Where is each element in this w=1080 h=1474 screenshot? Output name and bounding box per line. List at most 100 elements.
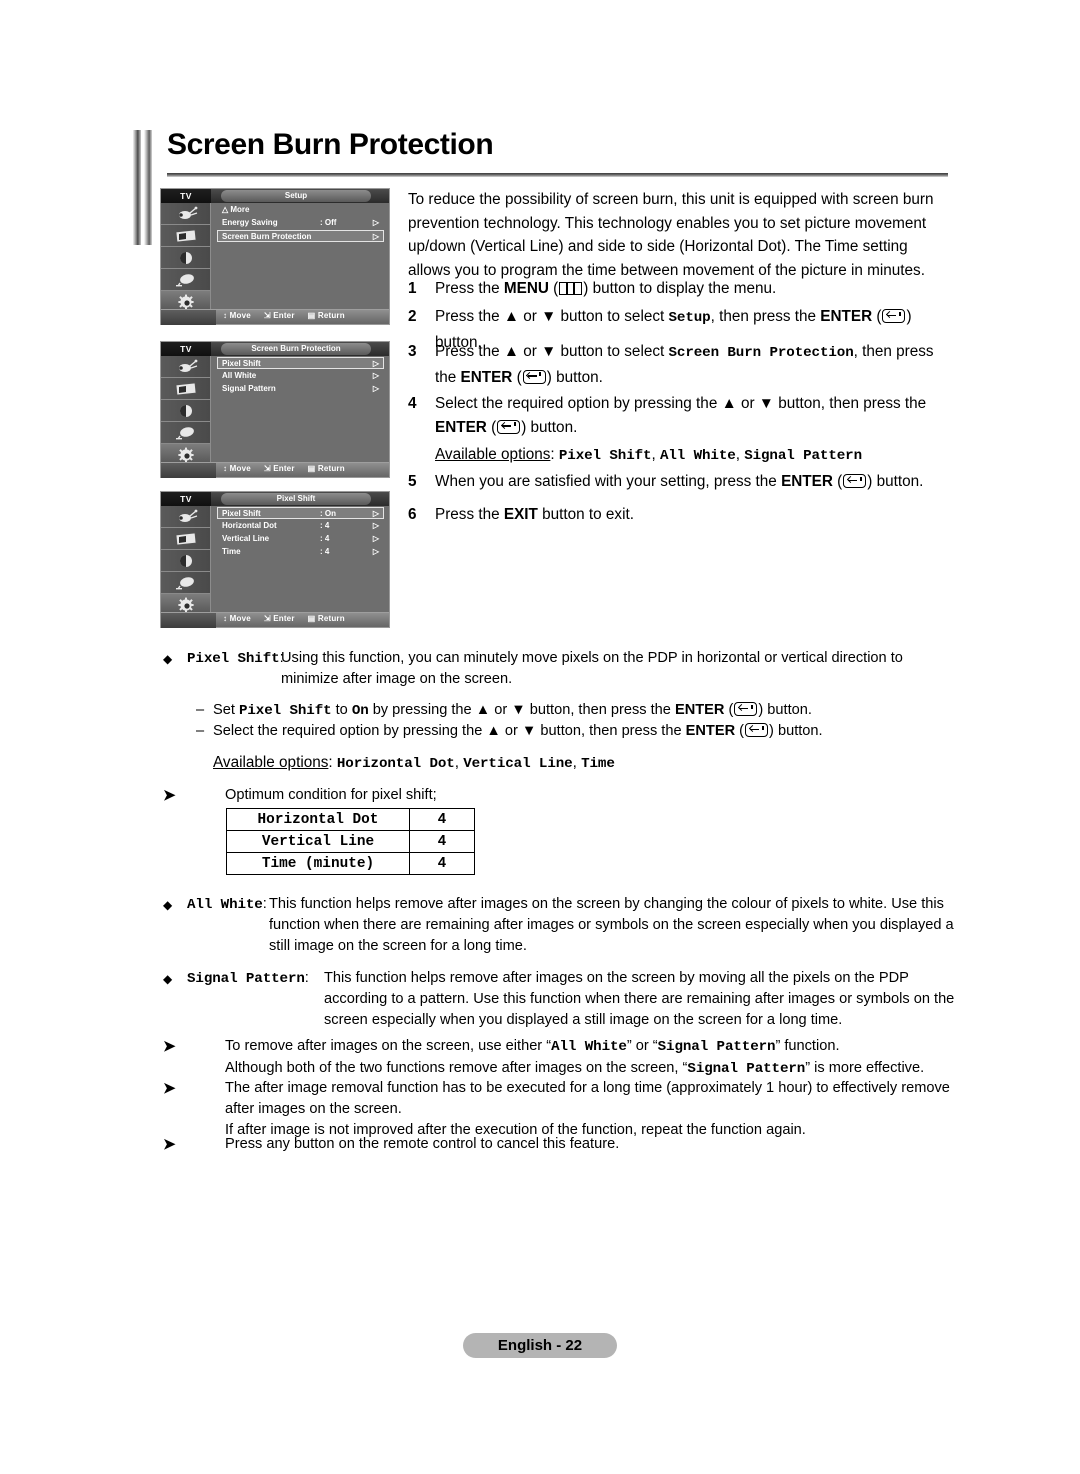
osd-sidebar-sound-icon[interactable]: [161, 400, 210, 422]
osd-footer-hints: ↕ Move ⇲ Enter ▤ Return: [161, 309, 389, 325]
osd-footer-corner: [161, 463, 216, 478]
arrow-bullet-icon: ➤: [163, 1136, 176, 1153]
osd-hint-move: ↕ Move: [223, 464, 251, 473]
emphasis-text: ENTER: [460, 368, 513, 386]
note-item-1: ➤ To remove after images on the screen, u…: [163, 1036, 958, 1080]
osd-hint-return: ▤ Return: [307, 464, 345, 473]
step-item-6: 6 Press the EXIT button to exit.: [408, 503, 956, 527]
arrow-bullet-icon: ➤: [163, 1080, 176, 1097]
table-row: Time (minute) 4: [226, 852, 475, 875]
osd-panel-2: TV Screen Burn Protection Pixel Shift ▷ All …: [160, 341, 390, 478]
optimum-condition-note: ➤ Optimum condition for pixel shift;: [163, 785, 958, 806]
osd-row-label: All White: [222, 371, 257, 380]
page-title: Screen Burn Protection: [167, 128, 494, 161]
osd-row-value: : Off: [320, 218, 337, 227]
diamond-bullet-icon: ◆: [163, 652, 173, 666]
osd-row-label: Time: [222, 547, 241, 556]
table-cell-key: Vertical Line: [226, 830, 410, 853]
step-number: 3: [408, 343, 417, 360]
note-item-2: ➤ The after image removal function has to…: [163, 1078, 958, 1141]
osd-sidebar-input-source-icon[interactable]: [161, 203, 210, 225]
option-term: Time: [581, 756, 615, 772]
osd-row-label: Vertical Line: [222, 534, 270, 543]
step-number: 2: [408, 308, 417, 325]
osd-footer-corner: [161, 310, 216, 325]
feature-term-text: Signal Pattern: [187, 971, 305, 987]
note-item-3: ➤ Press any button on the remote control …: [163, 1134, 958, 1155]
osd-row-chevron-icon: ▷: [372, 359, 379, 368]
osd-row[interactable]: Screen Burn Protection ▷: [217, 230, 384, 242]
note-text: The after image removal function has to …: [225, 1080, 950, 1138]
osd-titlebar: TV Screen Burn Protection: [161, 342, 389, 356]
osd-row-chevron-icon: ▷: [372, 384, 379, 393]
osd-sidebar: [161, 203, 211, 324]
osd-row[interactable]: All White ▷: [218, 370, 383, 382]
osd-row-chevron-icon: ▷: [372, 509, 379, 518]
mono-term: Screen Burn Protection: [668, 345, 854, 361]
enter-icon: [843, 474, 867, 488]
osd-hint-move: ↕ Move: [223, 614, 251, 623]
osd-row-value: : 4: [320, 521, 330, 530]
osd-row-chevron-icon: ▷: [372, 232, 379, 241]
osd-sidebar-picture-icon[interactable]: [161, 528, 210, 550]
step-item-1: 1 Press the MENU () button to display the…: [408, 277, 956, 301]
osd-hint-move: ↕ Move: [223, 311, 251, 320]
osd-sidebar-channel-icon[interactable]: [161, 422, 210, 444]
step-number: 5: [408, 473, 417, 490]
emphasis-text: ENTER: [435, 418, 487, 436]
feature-description: This function helps remove after images …: [269, 896, 954, 954]
osd-sidebar-sound-icon[interactable]: [161, 247, 210, 269]
available-options-label: Available options: [213, 754, 329, 771]
available-options-label: Available options: [435, 446, 551, 463]
feature-term: Signal Pattern:: [187, 968, 309, 990]
osd-row-chevron-icon: ▷: [372, 371, 379, 380]
feature-bullet-signal-pattern: ◆ Signal Pattern: This function helps remo…: [163, 968, 958, 1031]
diamond-bullet-icon: ◆: [163, 898, 173, 912]
osd-sidebar-input-source-icon[interactable]: [161, 506, 210, 528]
osd-sidebar-channel-icon[interactable]: [161, 269, 210, 291]
osd-footer-hints: ↕ Move ⇲ Enter ▤ Return: [161, 462, 389, 478]
osd-row-value: : On: [320, 509, 336, 518]
osd-titlebar: TV Pixel Shift: [161, 492, 389, 506]
osd-tv-label: TV: [161, 189, 211, 203]
available-options-1: Available options: Pixel Shift, All Whit…: [435, 446, 862, 464]
osd-row[interactable]: Pixel Shift ▷: [217, 357, 384, 369]
osd-sidebar-input-source-icon[interactable]: [161, 356, 210, 378]
feature-bullet-pixel-shift: ◆ Pixel Shift: Using this function, you ca…: [163, 648, 958, 690]
osd-sidebar-channel-icon[interactable]: [161, 572, 210, 594]
pixel-shift-substep-2: – Select the required option by pressing …: [196, 721, 956, 742]
note-text: To remove after images on the screen, us…: [225, 1038, 925, 1077]
title-bar-right: [144, 130, 152, 245]
step-text: Press the MENU () button to display the …: [435, 280, 777, 297]
enter-icon: [522, 369, 546, 384]
note-text: Press any button on the remote control t…: [225, 1136, 620, 1152]
osd-panel-1: TV Setup △ More Energy Saving: Off ▷ Screen B…: [160, 188, 390, 325]
osd-row-label: Pixel Shift: [222, 509, 261, 518]
osd-sidebar-picture-icon[interactable]: [161, 378, 210, 400]
osd-hint-enter: ⇲ Enter: [263, 311, 295, 320]
feature-term-colon: :: [279, 650, 284, 666]
osd-row[interactable]: Time: 4 ▷: [218, 546, 383, 558]
mono-term: Signal Pattern: [657, 1039, 776, 1055]
diamond-bullet-icon: ◆: [163, 972, 173, 986]
osd-row[interactable]: Vertical Line: 4 ▷: [218, 533, 383, 545]
osd-row[interactable]: △ More: [218, 204, 383, 216]
step-text: Press the ▲ or ▼ button to select Screen…: [435, 343, 934, 386]
step-item-4: 4 Select the required option by pressing …: [408, 392, 956, 439]
osd-row[interactable]: Horizontal Dot: 4 ▷: [218, 520, 383, 532]
emphasis-text: ENTER: [781, 473, 833, 490]
osd-row[interactable]: Energy Saving: Off ▷: [218, 217, 383, 229]
osd-sidebar-sound-icon[interactable]: [161, 550, 210, 572]
osd-sidebar-picture-icon[interactable]: [161, 225, 210, 247]
option-term: All White: [659, 448, 736, 464]
osd-row[interactable]: Signal Pattern ▷: [218, 383, 383, 395]
osd-row-value: : 4: [320, 534, 330, 543]
osd-hint-enter: ⇲ Enter: [263, 614, 295, 623]
step-number: 4: [408, 395, 417, 412]
osd-panel-3: TV Pixel Shift Pixel Shift : On ▷ Horizontal …: [160, 491, 390, 628]
osd-menu-title: Screen Burn Protection: [221, 343, 371, 355]
mono-term: All White: [551, 1039, 627, 1055]
arrow-bullet-icon: ➤: [163, 1038, 176, 1055]
osd-row[interactable]: Pixel Shift : On ▷: [217, 507, 384, 519]
osd-tv-label: TV: [161, 492, 211, 506]
